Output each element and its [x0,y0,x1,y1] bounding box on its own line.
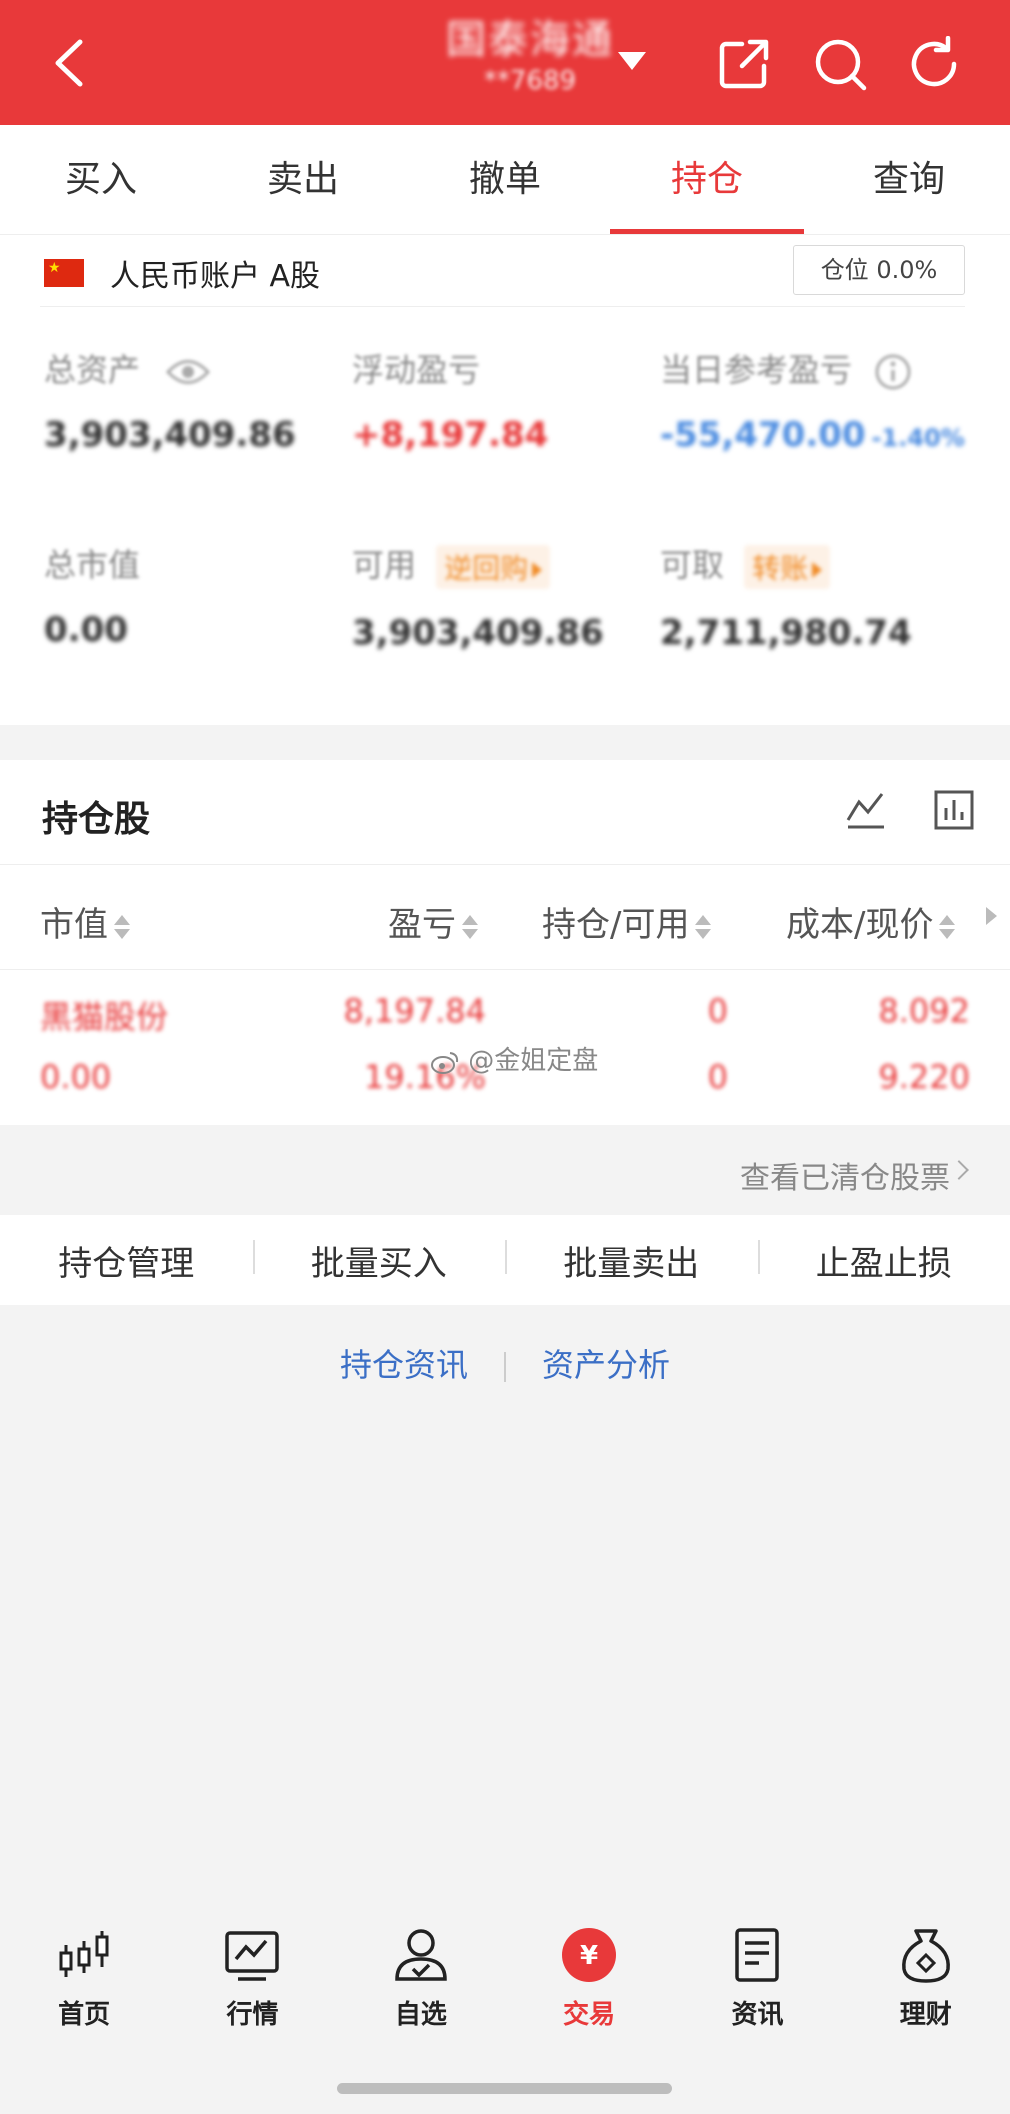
account-number: **7689 [483,66,577,96]
back-icon[interactable] [50,38,90,88]
tab-query[interactable]: 查询 [808,125,1010,234]
share-icon[interactable] [716,36,772,92]
account-name: 人民币账户 A股 [110,259,321,294]
refresh-icon[interactable] [906,36,962,92]
watermark: @金姐定盘 [430,1040,598,1077]
market-value-value: 0.00 [44,610,128,650]
tab-cancel-order[interactable]: 撤单 [404,125,606,234]
chart-icon [225,1931,280,1981]
holdings-header: 持仓股 [0,760,1010,865]
user-check-icon [395,1929,447,1981]
total-assets-label: 总资产 [44,351,141,389]
footer-links: 持仓资讯 资产分析 [0,1340,1010,1386]
sort-icon [939,914,956,939]
nav-trade[interactable]: ¥ 交易 [505,1920,673,2040]
floating-pl-label: 浮动盈亏 [352,351,481,389]
column-cost-price[interactable]: 成本/现价 [786,897,956,946]
sort-icon [114,914,130,939]
stock-price: 9.220 [878,1058,970,1096]
withdrawable-funds: 可取 转账 2,711,980.74 [660,540,912,653]
holdings-news-link[interactable]: 持仓资讯 [340,1346,468,1384]
batch-buy-button[interactable]: 批量买入 [252,1236,506,1285]
play-icon [532,562,543,578]
available-funds: 可用 逆回购 3,903,409.86 [352,540,604,653]
batch-sell-button[interactable]: 批量卖出 [505,1236,758,1285]
nav-home-label: 首页 [58,2000,111,2030]
stock-available: 0 [707,1058,728,1096]
withdrawable-value: 2,711,980.74 [660,613,912,653]
line-chart-icon[interactable] [846,790,886,830]
bottom-nav: 首页 行情 自选 ¥ 交易 资讯 理财 [0,1920,1010,2040]
view-cleared-label: 查看已清仓股票 [740,1161,950,1196]
nav-market[interactable]: 行情 [168,1920,336,2040]
divider [504,1352,506,1382]
stock-market-value: 0.00 [40,1058,112,1096]
nav-wealth-label: 理财 [899,2000,952,2030]
tab-positions[interactable]: 持仓 [606,125,808,234]
stock-name: 黑猫股份 [40,998,169,1036]
info-icon[interactable] [874,353,912,391]
holdings-title: 持仓股 [42,799,151,840]
total-assets-value: 3,903,409.86 [44,415,296,455]
stop-profit-loss-button[interactable]: 止盈止损 [757,1236,1010,1285]
holdings-actions: 持仓管理 批量买入 批量卖出 止盈止损 [0,1215,1010,1305]
stock-position: 0 [707,992,728,1030]
weibo-icon [431,1051,459,1074]
svg-text:¥: ¥ [580,1941,598,1971]
document-icon [735,1928,780,1982]
play-icon [812,562,823,578]
available-label: 可用 [352,546,417,584]
column-pl[interactable]: 盈亏 [388,897,478,946]
position-ratio-badge: 仓位 0.0% [793,245,965,295]
total-assets: 总资产 3,903,409.86 [44,345,296,455]
market-value-label: 总市值 [44,546,141,584]
nav-watchlist[interactable]: 自选 [337,1920,505,2040]
column-position-available[interactable]: 持仓/可用 [542,897,712,946]
withdrawable-label: 可取 [660,546,725,584]
daily-pl-percent: -1.40% [871,424,965,452]
account-row: ★ 人民币账户 A股 仓位 0.0% [40,235,965,307]
floating-pl: 浮动盈亏 +8,197.84 [352,345,548,455]
tab-buy[interactable]: 买入 [0,125,202,234]
nav-news-label: 资讯 [731,2000,784,2030]
chevron-right-icon [949,1160,969,1180]
bar-chart-icon[interactable] [934,790,974,830]
holdings-column-headers: 市值 盈亏 持仓/可用 成本/现价 [0,865,1010,970]
daily-pl: 当日参考盈亏 -55,470.00 -1.40% [660,345,965,455]
nav-home[interactable]: 首页 [0,1920,168,2040]
column-market-value[interactable]: 市值 [40,897,130,946]
nav-trade-label: 交易 [563,2000,616,2030]
search-icon[interactable] [812,36,868,92]
sort-icon [462,914,478,939]
market-value: 总市值 0.00 [44,540,140,650]
sort-icon [695,914,712,939]
asset-analysis-link[interactable]: 资产分析 [542,1346,670,1384]
china-flag-icon: ★ [44,259,84,287]
eye-icon[interactable] [166,357,211,387]
nav-news[interactable]: 资讯 [673,1920,841,2040]
top-bar: 国泰海通 **7689 [0,0,1010,125]
manage-positions-button[interactable]: 持仓管理 [0,1236,253,1285]
chevron-down-icon[interactable] [618,52,646,70]
transfer-button[interactable]: 转账 [744,545,831,589]
trade-tabs: 买入 卖出 撤单 持仓 查询 [0,125,1010,235]
yuan-icon: ¥ [562,1928,617,1982]
stock-pl: 8,197.84 [343,992,487,1030]
tab-sell[interactable]: 卖出 [202,125,404,234]
account-summary-card: ★ 人民币账户 A股 仓位 0.0% 总资产 3,903,409.86 浮动盈亏… [0,235,1010,725]
nav-market-label: 行情 [226,2000,279,2030]
view-cleared-stocks-link[interactable]: 查看已清仓股票 [0,1125,1010,1215]
candlestick-icon [59,1931,109,1977]
stock-cost: 8.092 [878,992,970,1030]
scroll-right-icon[interactable] [986,907,997,925]
floating-pl-value: +8,197.84 [352,415,549,455]
daily-pl-label: 当日参考盈亏 [660,351,853,389]
available-value: 3,903,409.86 [352,613,604,653]
home-indicator[interactable] [337,2083,672,2094]
nav-watchlist-label: 自选 [394,2000,447,2030]
nav-wealth[interactable]: 理财 [842,1920,1010,2040]
money-bag-icon [901,1929,950,1983]
daily-pl-value: -55,470.00 [660,415,866,455]
reverse-repo-button[interactable]: 逆回购 [436,545,551,589]
